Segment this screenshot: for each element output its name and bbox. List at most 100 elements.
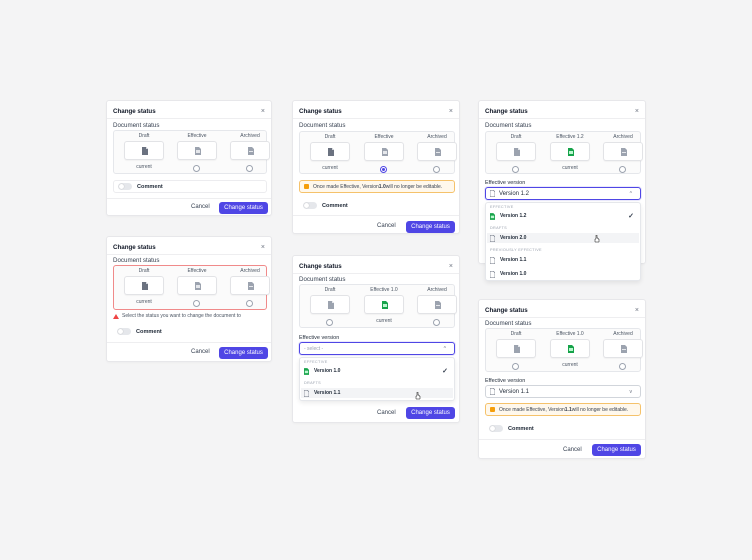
- change-status-dialog-error: Change status × Document status Draft cu…: [106, 236, 272, 362]
- status-option-draft[interactable]: Draft: [308, 287, 352, 333]
- menu-group-drafts: DRAFTS: [304, 381, 321, 385]
- radio-archived[interactable]: [246, 165, 253, 172]
- close-icon[interactable]: ×: [449, 263, 453, 270]
- status-card-effective[interactable]: [364, 295, 404, 314]
- status-option-draft[interactable]: Draft: [494, 134, 538, 180]
- status-card-effective[interactable]: [177, 276, 217, 295]
- radio-draft[interactable]: [326, 319, 333, 326]
- comment-label: Comment: [136, 328, 162, 335]
- change-status-button[interactable]: Change status: [406, 221, 455, 233]
- status-card-draft[interactable]: [496, 339, 536, 358]
- status-card-effective[interactable]: [364, 142, 404, 161]
- status-option-archived[interactable]: Archived: [415, 287, 459, 333]
- document-icon: [490, 388, 495, 395]
- close-icon[interactable]: ×: [261, 108, 265, 115]
- status-option-effective[interactable]: Effective 1.2 current: [548, 134, 592, 180]
- current-label: current: [322, 165, 338, 171]
- status-option-draft[interactable]: Draft current: [122, 268, 166, 314]
- menu-item-version-1-0[interactable]: Version 1.0: [487, 269, 639, 279]
- status-option-effective[interactable]: Effective: [362, 134, 406, 180]
- status-option-draft[interactable]: Draft: [494, 331, 538, 377]
- status-card-effective[interactable]: [550, 142, 590, 161]
- effective-version-select[interactable]: Version 1.2 ^: [485, 187, 641, 200]
- status-option-archived[interactable]: Archived: [415, 134, 459, 180]
- status-card-effective[interactable]: [177, 141, 217, 160]
- status-option-effective[interactable]: Effective: [175, 268, 219, 314]
- comment-toggle-row[interactable]: Comment: [485, 422, 641, 435]
- current-label: current: [562, 362, 578, 368]
- status-option-draft[interactable]: Draft current: [122, 133, 166, 179]
- menu-item-version-1-1[interactable]: Version 1.1: [301, 388, 453, 398]
- radio-archived[interactable]: [619, 166, 626, 173]
- comment-toggle[interactable]: [118, 183, 132, 190]
- status-card-archived[interactable]: [603, 339, 643, 358]
- status-option-draft[interactable]: Draft current: [308, 134, 352, 180]
- status-card-archived[interactable]: [230, 276, 270, 295]
- radio-archived[interactable]: [433, 166, 440, 173]
- radio-effective[interactable]: [193, 300, 200, 307]
- radio-archived[interactable]: [246, 300, 253, 307]
- spreadsheet-icon: [568, 345, 574, 353]
- effective-version-label: Effective version: [485, 180, 526, 186]
- status-option-effective[interactable]: Effective: [175, 133, 219, 179]
- comment-toggle[interactable]: [117, 328, 131, 335]
- document-icon: [328, 301, 334, 309]
- change-status-button[interactable]: Change status: [406, 407, 455, 419]
- cancel-button[interactable]: Cancel: [191, 204, 210, 210]
- status-option-archived[interactable]: Archived: [228, 268, 272, 314]
- status-card-draft[interactable]: [496, 142, 536, 161]
- comment-toggle-row[interactable]: Comment: [113, 180, 267, 193]
- radio-archived[interactable]: [619, 363, 626, 370]
- change-status-button[interactable]: Change status: [219, 202, 268, 214]
- warning-icon: [304, 184, 309, 189]
- cancel-button[interactable]: Cancel: [377, 410, 396, 416]
- comment-toggle[interactable]: [303, 202, 317, 209]
- alert-triangle-icon: [113, 313, 119, 319]
- radio-effective-selected[interactable]: [380, 166, 387, 173]
- check-icon: ✓: [628, 213, 634, 220]
- dialog-title: Change status: [299, 262, 342, 270]
- status-card-archived[interactable]: [417, 142, 457, 161]
- status-option-effective[interactable]: Effective 1.0 current: [362, 287, 406, 333]
- menu-item-version-1-1[interactable]: Version 1.1: [487, 255, 639, 265]
- spreadsheet-icon: [382, 148, 388, 156]
- cancel-button[interactable]: Cancel: [377, 223, 396, 229]
- radio-draft[interactable]: [512, 363, 519, 370]
- change-status-dialog-effective-selected: Change status × Document status Draft cu…: [292, 100, 460, 234]
- radio-archived[interactable]: [433, 319, 440, 326]
- radio-draft[interactable]: [512, 166, 519, 173]
- status-option-archived[interactable]: Archived: [601, 134, 645, 180]
- close-icon[interactable]: ×: [635, 307, 639, 314]
- comment-toggle[interactable]: [489, 425, 503, 432]
- current-label: current: [376, 318, 392, 324]
- menu-item-version-1-2[interactable]: Version 1.2 ✓: [487, 211, 639, 221]
- archive-document-icon: [435, 148, 441, 156]
- change-status-button[interactable]: Change status: [592, 444, 641, 456]
- comment-toggle-row[interactable]: Comment: [113, 325, 267, 338]
- effective-version-select[interactable]: - select - ^: [299, 342, 455, 355]
- comment-toggle-row[interactable]: Comment: [299, 199, 455, 212]
- status-card-archived[interactable]: [230, 141, 270, 160]
- change-status-dialog-version-chosen: Change status × Document status Draft Ef…: [478, 299, 646, 459]
- close-icon[interactable]: ×: [261, 244, 265, 251]
- status-option-archived[interactable]: Archived: [601, 331, 645, 377]
- close-icon[interactable]: ×: [449, 108, 453, 115]
- dialog-header: Change status ×: [299, 260, 453, 272]
- status-card-archived[interactable]: [417, 295, 457, 314]
- status-card-draft[interactable]: [124, 141, 164, 160]
- cancel-button[interactable]: Cancel: [191, 349, 210, 355]
- menu-item-version-2-0[interactable]: Version 2.0: [487, 233, 639, 243]
- change-status-button[interactable]: Change status: [219, 347, 268, 359]
- status-option-effective[interactable]: Effective 1.0 current: [548, 331, 592, 377]
- menu-item-version-1-0[interactable]: Version 1.0 ✓: [301, 366, 453, 376]
- close-icon[interactable]: ×: [635, 108, 639, 115]
- effective-version-select[interactable]: Version 1.1 v: [485, 385, 641, 398]
- status-card-effective[interactable]: [550, 339, 590, 358]
- status-option-archived[interactable]: Archived: [228, 133, 272, 179]
- status-card-draft[interactable]: [310, 295, 350, 314]
- cancel-button[interactable]: Cancel: [563, 447, 582, 453]
- status-card-draft[interactable]: [310, 142, 350, 161]
- status-card-draft[interactable]: [124, 276, 164, 295]
- status-card-archived[interactable]: [603, 142, 643, 161]
- radio-effective[interactable]: [193, 165, 200, 172]
